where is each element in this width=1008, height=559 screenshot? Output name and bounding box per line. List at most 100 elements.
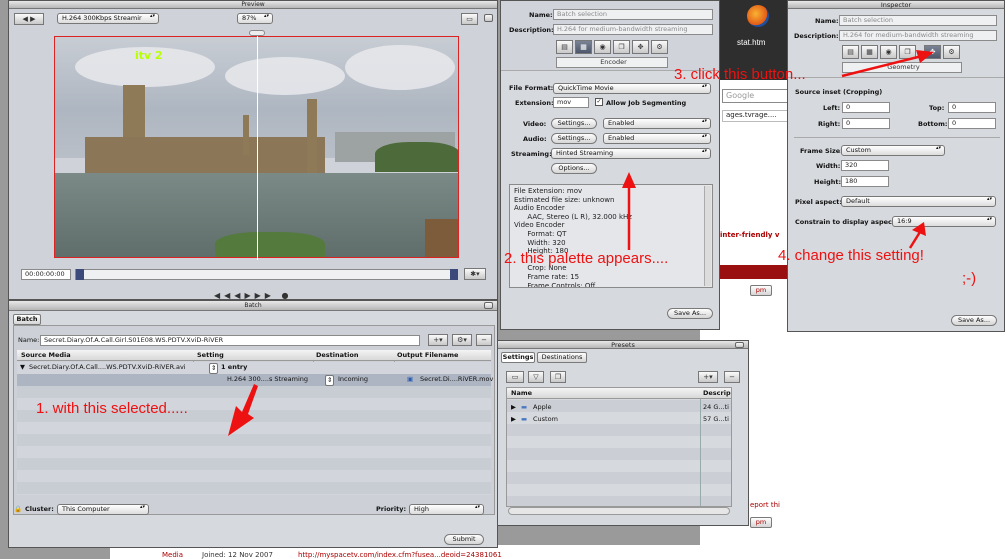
enc-geometry-tab-icon[interactable]: ✥ [632,40,649,54]
presets-zoom-button[interactable] [735,342,744,348]
remove-button[interactable]: − [476,334,492,346]
geo-description-field[interactable]: H.264 for medium-bandwidth streaming [839,30,997,41]
enc-frame-tab-icon[interactable]: ◉ [594,40,611,54]
geo-actions-tab-icon[interactable]: ⚙ [943,45,960,59]
col-description[interactable]: Descrip [703,389,731,398]
printer-friendly-link[interactable]: inter-friendly v [720,231,779,239]
col-output-filename[interactable]: Output Filename [397,351,458,360]
enc-summary-tab-icon[interactable]: ▤ [556,40,573,54]
geo-name-label: Name: [815,17,839,25]
add-setting-button[interactable]: ⚙▾ [452,334,472,346]
table-row[interactable]: ▼ Secret.Diary.Of.A.Call....WS.PDTV.XviD… [17,362,491,374]
video-settings-button[interactable]: Settings... [551,118,597,129]
add-preset-button[interactable]: +▾ [698,371,718,383]
new-group-button[interactable]: ▭ [506,371,524,383]
transport-controls[interactable]: ◀◀◀▶▶▶ ● [214,291,344,299]
cloud [225,57,345,95]
video-enabled-popup[interactable]: Enabled [603,118,711,129]
width-field[interactable]: 320 [841,160,889,171]
disclosure-icon[interactable]: ▶ [511,403,516,412]
summary-line: Estimated file size: unknown [514,195,615,204]
inset-left-field[interactable]: 0 [842,102,890,113]
presets-horizontal-scrollbar[interactable] [508,507,730,515]
lock-icon: 🔒 [14,505,23,513]
cluster-popup[interactable]: This Computer [57,504,149,515]
frame-size-popup[interactable]: Custom [841,145,945,156]
enc-description-field[interactable]: H.264 for medium-bandwidth streaming [553,24,713,35]
list-item[interactable]: ▶ ▬ Custom 57 G...ti [507,414,731,425]
tab-settings[interactable]: Settings [501,352,535,363]
split-line[interactable] [257,34,258,260]
extension-field[interactable]: mov [553,97,589,108]
enc-actions-tab-icon[interactable]: ⚙ [651,40,668,54]
options-button[interactable]: Options... [551,163,597,174]
geo-summary-tab-icon[interactable]: ▤ [842,45,859,59]
timecode-field[interactable]: 00:00:00:00 [21,269,71,280]
view-toggle[interactable]: ▭ [461,13,478,25]
summary-scrollbar[interactable] [704,186,711,286]
row2-stepper-icon[interactable]: ⇕ [325,375,335,386]
preview-zoom-button[interactable] [484,14,493,22]
tab-destinations[interactable]: Destinations [537,352,587,363]
disclosure-icon[interactable]: ▶ [511,415,516,424]
split-handle[interactable] [249,30,265,36]
pm-button-2[interactable]: pm [750,517,772,528]
profile-link[interactable]: http://myspacetv.com/index.cfm?fusea...d… [298,551,502,559]
geo-filters-tab-icon[interactable]: ❐ [899,45,916,59]
list-item[interactable]: ▶ ▬ Apple 24 G...ti [507,402,731,413]
submit-button[interactable]: Submit [444,534,484,545]
audio-settings-button[interactable]: Settings... [551,133,597,144]
enc-filters-tab-icon[interactable]: ❐ [613,40,630,54]
enc-name-field[interactable]: Batch selection [553,9,713,20]
inset-bottom-field[interactable]: 0 [948,118,996,129]
annotation-2: 2. this palette appears.... [504,250,669,267]
setting-popup[interactable]: H.264 300Kbps Streamir [57,13,159,24]
geo-save-as-button[interactable]: Save As... [951,315,997,326]
foreground-building [425,219,458,257]
enc-save-as-button[interactable]: Save As... [667,308,713,319]
geo-geometry-tab-icon[interactable]: ✥ [924,45,941,59]
remove-preset-button[interactable]: − [724,371,740,383]
file-label[interactable]: stat.htm [737,38,765,47]
constrain-popup[interactable]: 16:9 [892,216,996,227]
out-marker[interactable] [450,269,458,280]
streaming-popup[interactable]: Hinted Streaming [551,148,711,159]
batch-tab[interactable]: Batch [13,314,41,325]
segmenting-checkbox[interactable]: ✓ [595,98,603,106]
timeline-options-button[interactable]: ✱▾ [464,268,486,280]
add-source-button[interactable]: +▾ [428,334,448,346]
col-name[interactable]: Name [511,389,532,398]
in-marker[interactable] [76,269,84,280]
batch-name-field[interactable]: Secret.Diary.Of.A.Call.Girl.S01E08.WS.PD… [40,335,420,346]
duplicate-button[interactable]: ❐ [550,371,566,383]
height-field[interactable]: 180 [841,176,889,187]
enc-encoder-tab-icon[interactable]: ▦ [575,40,592,54]
timeline-scrubber[interactable] [75,269,458,280]
pixel-aspect-popup[interactable]: Default [841,196,996,207]
col-source-media[interactable]: Source Media [21,351,71,360]
geo-encoder-tab-icon[interactable]: ▦ [861,45,878,59]
col-destination[interactable]: Destination [316,351,358,360]
pm-button[interactable]: pm [750,285,772,296]
batch-zoom-button[interactable] [484,302,493,309]
col-setting[interactable]: Setting [197,351,224,360]
search-field[interactable]: Google [722,89,788,103]
zoom-popup[interactable]: 87% [237,13,273,24]
inset-top-field[interactable]: 0 [948,102,996,113]
geo-frame-tab-icon[interactable]: ◉ [880,45,897,59]
inspector-encoder-window: Name: Batch selection Description: H.264… [500,0,720,330]
annotation-1: 1. with this selected..... [36,400,188,417]
firefox-icon[interactable] [747,5,769,27]
cloud [345,45,455,90]
source-disclosure-icon[interactable]: ▼ [20,363,25,372]
inset-right-field[interactable]: 0 [842,118,890,129]
audio-enabled-popup[interactable]: Enabled [603,133,711,144]
row1-stepper-icon[interactable]: ⇕ [209,363,219,374]
table-row-selected[interactable]: H.264 300....s Streaming ⇕ Incoming ▣ Se… [17,374,493,386]
prev-next-buttons[interactable]: ◀ ▶ [14,13,44,25]
apply-button[interactable]: ▽ [528,371,544,383]
geo-name-field[interactable]: Batch selection [839,15,997,26]
file-format-popup[interactable]: QuickTime Movie [553,83,711,94]
report-link[interactable]: eport thi [750,501,780,509]
priority-popup[interactable]: High [409,504,484,515]
